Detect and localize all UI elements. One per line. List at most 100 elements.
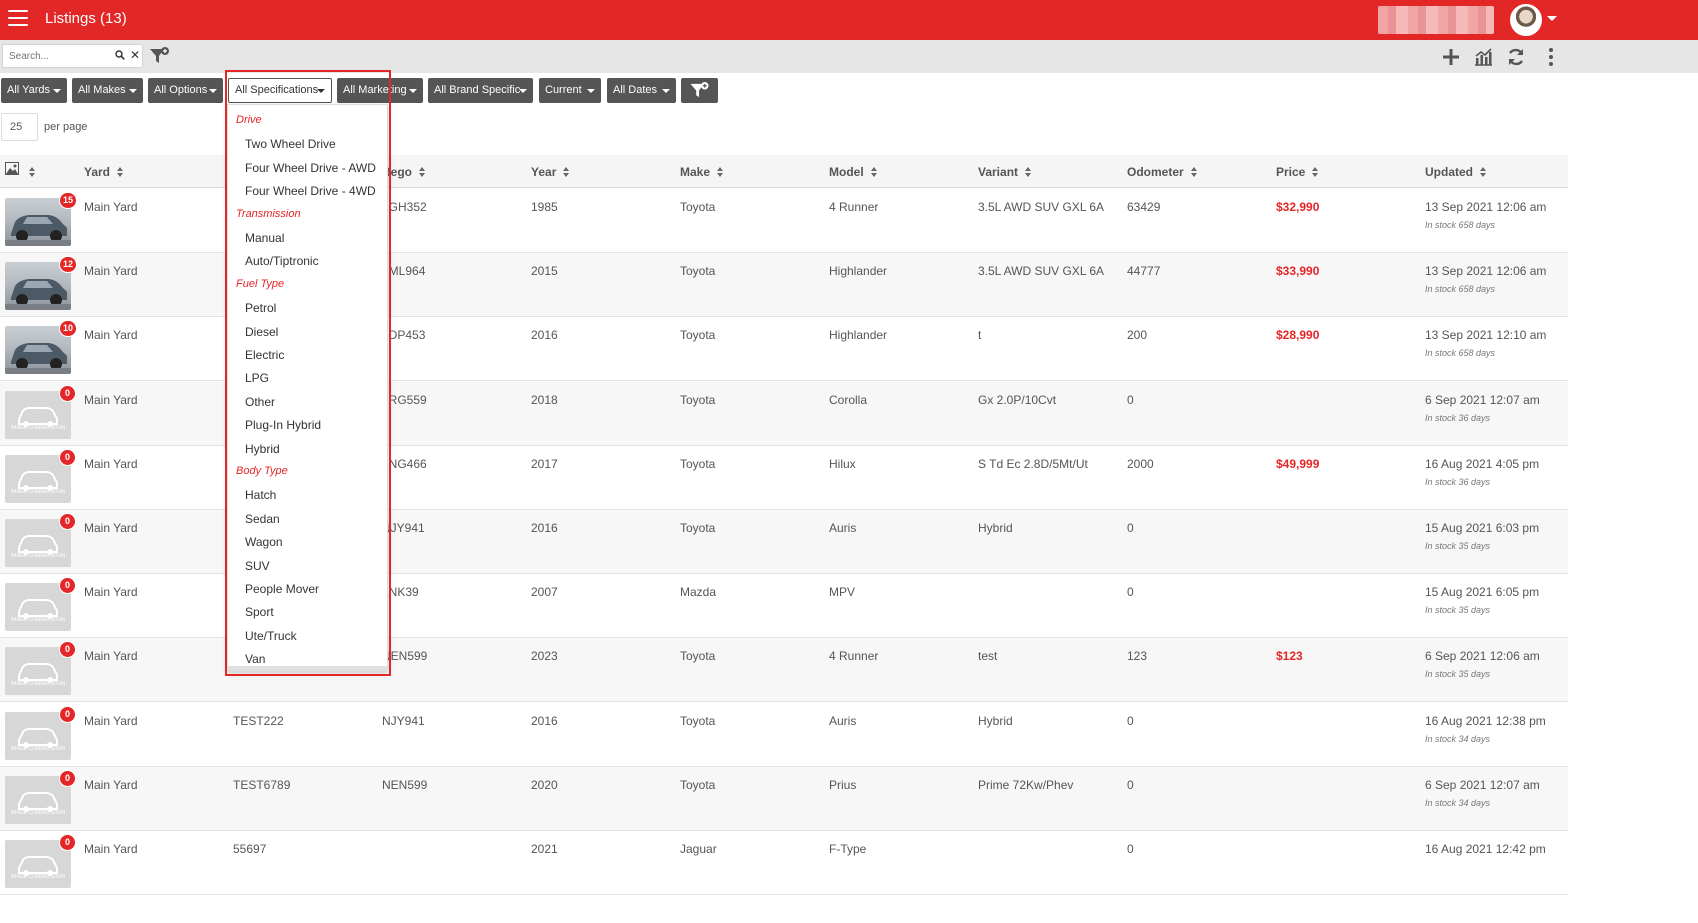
column-variant[interactable]: Variant <box>978 165 1032 179</box>
table-row[interactable]: IMAGE COMING SOON 0 Main Yard TEST6789 NEN59… <box>0 766 1568 831</box>
cell-variant: Hybrid <box>978 521 1013 535</box>
column-year[interactable]: Year <box>531 165 570 179</box>
dropdown-option[interactable]: Manual <box>245 231 284 245</box>
dropdown-option[interactable]: Petrol <box>245 301 276 315</box>
column-odometer[interactable]: Odometer <box>1127 165 1198 179</box>
filter-dates[interactable]: All Dates <box>607 78 676 103</box>
dropdown-option[interactable]: SUV <box>245 559 270 573</box>
dropdown-option[interactable]: Hybrid <box>245 442 280 456</box>
cell-rego: 1NG466 <box>382 456 427 471</box>
table-row[interactable]: IMAGE COMING SOON 0 Main Yard TEST222 NJY941… <box>0 703 1568 767</box>
dropdown-option[interactable]: Van <box>245 652 265 666</box>
dropdown-option[interactable]: Other <box>245 395 275 409</box>
photo-count-badge: 0 <box>59 705 76 723</box>
cell-rego: 1GH352 <box>382 200 427 214</box>
placeholder-caption: IMAGE COMING SOON <box>10 553 66 559</box>
column-make[interactable]: Make <box>680 165 724 179</box>
filter-yards[interactable]: All Yards <box>1 78 67 103</box>
cell-price: $49,999 <box>1276 456 1320 471</box>
dropdown-option[interactable]: LPG <box>245 371 269 385</box>
photo-count-badge: 15 <box>59 192 78 209</box>
filter-specifications[interactable]: All Specifications <box>228 78 332 103</box>
dropdown-scrollbar[interactable] <box>228 666 387 670</box>
cell-year: 2015 <box>531 264 558 279</box>
filter-status[interactable]: Current <box>539 78 601 103</box>
column-yard[interactable]: Yard <box>84 165 124 179</box>
per-page-input[interactable]: 25 <box>1 113 38 141</box>
chevron-down-icon <box>409 89 417 93</box>
filter-marketing[interactable]: All Marketing <box>337 78 423 103</box>
dropdown-option[interactable]: Plug-In Hybrid <box>245 418 321 432</box>
cell-odometer: 63429 <box>1127 200 1161 214</box>
filter-icon[interactable] <box>149 46 171 66</box>
cell-updated: 6 Sep 2021 12:07 am <box>1425 392 1540 407</box>
search-input[interactable] <box>9 48 109 65</box>
cell-model: 4 Runner <box>829 200 879 214</box>
column-updated[interactable]: Updated <box>1425 165 1487 179</box>
days-in-stock: In stock 658 days <box>1425 348 1496 359</box>
days-in-stock: In stock 658 days <box>1425 284 1496 295</box>
filter-makes[interactable]: All Makes <box>72 78 143 103</box>
filter-label: Current <box>545 84 582 96</box>
dropdown-option[interactable]: Sedan <box>245 512 280 526</box>
column-model[interactable]: Model <box>829 165 878 179</box>
dropdown-option[interactable]: Sport <box>245 605 274 619</box>
cell-make: Toyota <box>680 713 716 728</box>
dropdown-option[interactable]: Four Wheel Drive - 4WD <box>245 184 376 198</box>
cell-yard: Main Yard <box>84 200 138 214</box>
dropdown-option[interactable]: Wagon <box>245 535 283 549</box>
chevron-down-icon <box>519 89 527 93</box>
menu-icon[interactable] <box>8 10 28 28</box>
dropdown-option[interactable]: People Mover <box>245 582 319 596</box>
cell-variant: 3.5L AWD SUV GXL 6A <box>978 200 1105 214</box>
advanced-filter-button[interactable] <box>681 78 718 103</box>
cell-stock-number: TEST6789 <box>233 777 291 792</box>
search-icon[interactable] <box>115 50 125 60</box>
avatar[interactable] <box>1510 4 1542 36</box>
dropdown-option[interactable]: Auto/Tiptronic <box>245 254 319 268</box>
cell-yard: Main Yard <box>84 649 138 664</box>
dropdown-option[interactable]: Hatch <box>245 488 276 502</box>
dropdown-group-header: Drive <box>236 114 262 126</box>
cell-odometer: 44777 <box>1127 264 1161 279</box>
column-price[interactable]: Price <box>1276 165 1319 179</box>
filter-brand-specific[interactable]: All Brand Specific <box>428 78 533 103</box>
cell-updated: 15 Aug 2021 6:05 pm <box>1425 585 1540 600</box>
cell-updated: 6 Sep 2021 12:06 am <box>1425 649 1540 664</box>
cell-year: 2021 <box>531 842 558 856</box>
dropdown-option[interactable]: Two Wheel Drive <box>245 137 336 151</box>
specifications-dropdown-menu: Drive Two Wheel Drive Four Wheel Drive - A… <box>227 104 388 671</box>
cell-odometer: 200 <box>1127 328 1148 343</box>
dropdown-option[interactable]: Ute/Truck <box>245 629 297 643</box>
cell-variant: Gx 2.0P/10Cvt <box>978 392 1057 407</box>
cell-odometer: 0 <box>1127 585 1134 600</box>
cell-variant: test <box>978 649 998 664</box>
cell-make: Toyota <box>680 328 716 343</box>
cell-variant: S Td Ec 2.8D/5Mt/Ut <box>978 456 1088 471</box>
dropdown-option[interactable]: Electric <box>245 348 284 362</box>
cell-updated: 13 Sep 2021 12:06 am <box>1425 200 1547 214</box>
sort-icon[interactable] <box>29 167 36 177</box>
chevron-down-icon[interactable] <box>1547 16 1557 21</box>
refresh-icon[interactable] <box>1506 47 1526 67</box>
cell-yard: Main Yard <box>84 713 138 728</box>
column-rego[interactable]: Rego <box>382 165 426 179</box>
dropdown-option[interactable]: Four Wheel Drive - AWD <box>245 161 376 175</box>
clear-icon[interactable]: ✕ <box>130 48 140 62</box>
filter-options[interactable]: All Options <box>148 78 223 103</box>
cell-make: Toyota <box>680 264 716 279</box>
cell-price: $123 <box>1276 649 1303 664</box>
chart-icon[interactable] <box>1473 47 1493 67</box>
cell-variant: Prime 72Kw/Phev <box>978 777 1074 792</box>
days-in-stock: In stock 34 days <box>1425 797 1491 808</box>
more-icon[interactable] <box>1541 47 1561 67</box>
days-in-stock: In stock 35 days <box>1425 669 1491 680</box>
table-row[interactable]: IMAGE COMING SOON 0 Main Yard 55697 2021 Jagu… <box>0 831 1568 895</box>
cell-yard: Main Yard <box>84 777 138 792</box>
add-icon[interactable] <box>1441 47 1461 67</box>
cell-updated: 6 Sep 2021 12:07 am <box>1425 777 1540 792</box>
cell-model: Highlander <box>829 328 888 343</box>
cell-yard: Main Yard <box>84 456 138 471</box>
sort-icon <box>1025 167 1032 177</box>
dropdown-option[interactable]: Diesel <box>245 325 278 339</box>
